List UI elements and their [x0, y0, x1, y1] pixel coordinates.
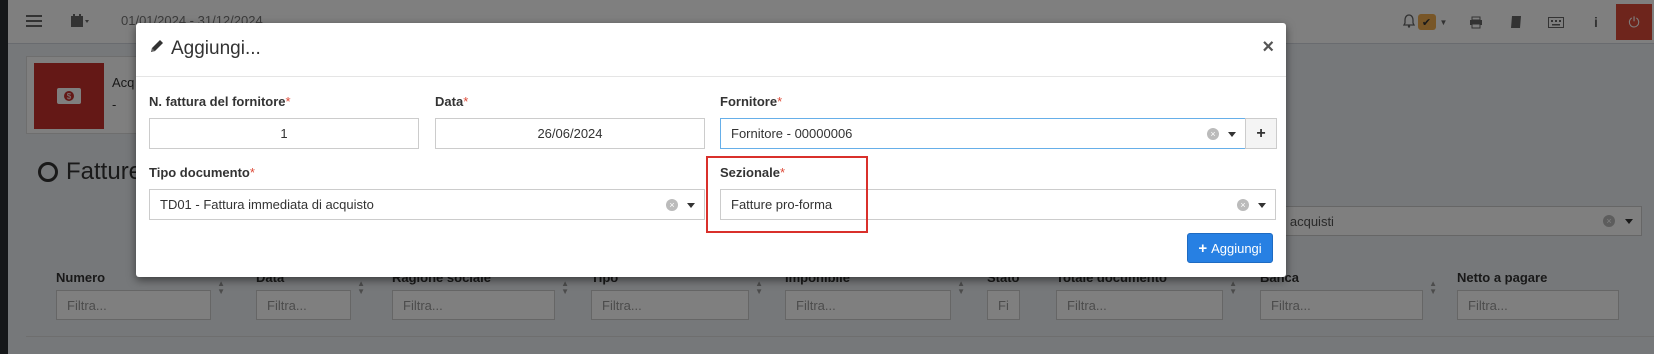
required-marker: *: [285, 94, 291, 109]
chevron-down-icon[interactable]: [687, 203, 695, 208]
required-marker: *: [249, 165, 255, 180]
fornitore-label: Fornitore*: [720, 94, 782, 109]
modal-title: Aggiungi...: [149, 38, 261, 60]
required-marker: *: [777, 94, 783, 109]
modal-header: Aggiungi... ×: [136, 23, 1286, 77]
clear-icon[interactable]: ×: [666, 199, 678, 211]
required-marker: *: [463, 94, 469, 109]
close-icon[interactable]: ×: [1262, 36, 1274, 59]
data-label: Data*: [435, 94, 468, 109]
chevron-down-icon[interactable]: [1258, 203, 1266, 208]
fornitore-select-value: Fornitore - 00000006: [731, 126, 853, 141]
data-input[interactable]: 26/06/2024: [435, 118, 705, 149]
tipo-documento-select-value: TD01 - Fattura immediata di acquisto: [160, 197, 374, 212]
add-fornitore-button[interactable]: +: [1245, 118, 1277, 149]
field-label: N. fattura del fornitore: [149, 94, 286, 109]
chevron-down-icon[interactable]: [1228, 132, 1236, 137]
clear-icon[interactable]: ×: [1207, 128, 1219, 140]
fornitore-select[interactable]: Fornitore - 00000006 ×: [720, 118, 1246, 149]
plus-icon: +: [1198, 239, 1208, 257]
clear-icon[interactable]: ×: [1237, 199, 1249, 211]
highlight-annotation: [706, 156, 868, 233]
field-label: Fornitore: [720, 94, 778, 109]
tipo-documento-select[interactable]: TD01 - Fattura immediata di acquisto ×: [149, 189, 705, 220]
pencil-icon: [149, 38, 165, 60]
n-fattura-label: N. fattura del fornitore*: [149, 94, 291, 109]
tipo-documento-label: Tipo documento*: [149, 165, 255, 180]
add-invoice-modal: Aggiungi... × N. fattura del fornitore* …: [136, 23, 1286, 277]
modal-title-text: Aggiungi...: [171, 38, 261, 59]
aggiungi-button[interactable]: + Aggiungi: [1187, 233, 1273, 263]
field-label: Data: [435, 94, 464, 109]
n-fattura-input[interactable]: 1: [149, 118, 419, 149]
aggiungi-button-label: Aggiungi: [1211, 240, 1262, 256]
field-label: Tipo documento: [149, 165, 250, 180]
